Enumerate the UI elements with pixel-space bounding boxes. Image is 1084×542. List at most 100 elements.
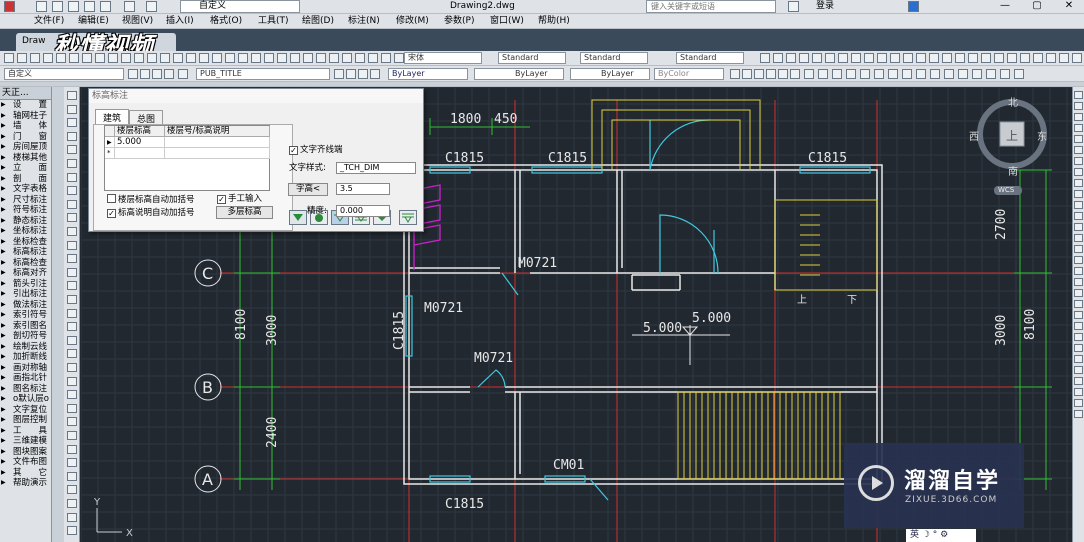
save-icon[interactable] (68, 1, 79, 12)
modify-tool-icon[interactable] (1074, 355, 1083, 363)
panel-item[interactable]: ▶ 剖 面 (0, 174, 51, 185)
layer-tool-icon[interactable] (178, 69, 188, 79)
menu-insert[interactable]: 插入(I) (166, 15, 194, 27)
draw-tool-icon[interactable] (67, 390, 77, 400)
draw-tool-icon[interactable] (67, 349, 77, 359)
modify-tool-icon[interactable] (1074, 124, 1083, 132)
app-menu-icon[interactable] (4, 1, 15, 12)
panel-item[interactable]: ▶ 静态标注 (0, 216, 51, 227)
panel-item[interactable]: ▶ 加折断线 (0, 352, 51, 363)
layer-tool-icon[interactable] (986, 69, 996, 79)
toolbar-tool-icon[interactable] (17, 53, 27, 63)
toolbar-tool-icon[interactable] (877, 53, 887, 63)
toolbar-tool-icon[interactable] (134, 53, 144, 63)
panel-item[interactable]: ▶ 符号标注 (0, 205, 51, 216)
layer-tool-icon[interactable] (832, 69, 842, 79)
toolbar-tool-icon[interactable] (1020, 53, 1030, 63)
toolbar-tool-icon[interactable] (929, 53, 939, 63)
desc-bracket-checkbox[interactable]: ✓ 标高说明自动加括号 (107, 208, 195, 218)
layer-tool-icon[interactable] (334, 69, 344, 79)
panel-item[interactable]: ▶ 帮助演示 (0, 478, 51, 489)
panel-item[interactable]: ▶ 设 置 (0, 100, 51, 111)
menu-window[interactable]: 窗口(W) (490, 15, 524, 27)
menu-modify[interactable]: 修改(M) (396, 15, 429, 27)
panel-item[interactable]: ▶ 工 具 (0, 426, 51, 437)
layer-tool-icon[interactable] (778, 69, 788, 79)
modify-tool-icon[interactable] (1074, 113, 1083, 121)
toolbar-tool-icon[interactable] (799, 53, 809, 63)
toolbar-tool-icon[interactable] (851, 53, 861, 63)
modify-tool-icon[interactable] (1074, 157, 1083, 165)
toolbar-tool-icon[interactable] (760, 53, 770, 63)
draw-tool-icon[interactable] (67, 512, 77, 522)
draw-tool-icon[interactable] (67, 104, 77, 114)
toolbar-tool-icon[interactable] (225, 53, 235, 63)
modify-tool-icon[interactable] (1074, 366, 1083, 374)
toolbar-tool-icon[interactable] (69, 53, 79, 63)
panel-item[interactable]: ▶ 做法标注 (0, 300, 51, 311)
toolbar-tool-icon[interactable] (1033, 53, 1043, 63)
tab-architecture[interactable]: 建筑 (95, 109, 130, 125)
layer-tool-icon[interactable] (370, 69, 380, 79)
layer-tool-icon[interactable] (1014, 69, 1024, 79)
panel-item[interactable]: ▶ 标高标注 (0, 247, 51, 258)
toolbar-tool-icon[interactable] (942, 53, 952, 63)
toolbar-tool-icon[interactable] (981, 53, 991, 63)
draw-tool-icon[interactable] (67, 267, 77, 277)
toolbar-tool-icon[interactable] (316, 53, 326, 63)
toolbar-tool-icon[interactable] (1046, 53, 1056, 63)
text-height-button[interactable]: 字高< (288, 183, 328, 196)
layer-tool-icon[interactable] (902, 69, 912, 79)
layer-tool-icon[interactable] (1000, 69, 1010, 79)
layer-tool-icon[interactable] (930, 69, 940, 79)
layer-tool-icon[interactable] (860, 69, 870, 79)
new-desc-cell[interactable] (165, 148, 270, 159)
toolbar-tool-icon[interactable] (786, 53, 796, 63)
multi-level-button[interactable]: 多层标高 (216, 206, 273, 219)
close-button[interactable]: ✕ (1060, 0, 1078, 12)
panel-item[interactable]: ▶ 标高检查 (0, 258, 51, 269)
modify-tool-icon[interactable] (1074, 256, 1083, 264)
modify-tool-icon[interactable] (1074, 267, 1083, 275)
modify-tool-icon[interactable] (1074, 311, 1083, 319)
exchange-icon[interactable] (908, 1, 919, 12)
modify-tool-icon[interactable] (1074, 289, 1083, 297)
draw-tool-icon[interactable] (67, 131, 77, 141)
draw-tool-icon[interactable] (67, 458, 77, 468)
new-level-cell[interactable] (115, 148, 165, 159)
panel-item[interactable]: ▶ 箭头引注 (0, 279, 51, 290)
panel-item[interactable]: ▶ 文字复位 (0, 405, 51, 416)
layer-tool-icon[interactable] (742, 69, 752, 79)
text-style-combo[interactable]: Standard (498, 52, 566, 64)
draw-tool-icon[interactable] (67, 91, 77, 100)
toolbar-tool-icon[interactable] (147, 53, 157, 63)
new-icon[interactable] (36, 1, 47, 12)
modify-tool-icon[interactable] (1074, 234, 1083, 242)
toolbar-tool-icon[interactable] (394, 53, 404, 63)
draw-tool-icon[interactable] (67, 172, 77, 182)
layer-tool-icon[interactable] (140, 69, 150, 79)
linetype-combo[interactable]: ByLayer (474, 68, 564, 80)
toolbar-tool-icon[interactable] (1059, 53, 1069, 63)
draw-tool-icon[interactable] (67, 254, 77, 264)
toolbar-tool-icon[interactable] (186, 53, 196, 63)
panel-item[interactable]: ▶ 索引图名 (0, 321, 51, 332)
ime-toolbar[interactable]: 英 ☽ ° ⚙ (906, 529, 976, 542)
draw-tool-icon[interactable] (67, 295, 77, 304)
panel-item[interactable]: ▶ 其 它 (0, 468, 51, 479)
panel-item[interactable]: ▶ 房间屋顶 (0, 142, 51, 153)
draw-tool-icon[interactable] (67, 145, 77, 155)
workspace-combo-2[interactable]: 自定义 (4, 68, 124, 80)
draw-tool-icon[interactable] (67, 471, 77, 481)
layer-tool-icon[interactable] (944, 69, 954, 79)
draw-tool-icon[interactable] (67, 213, 77, 223)
search-input[interactable]: 键入关键字或短语 (646, 0, 776, 13)
draw-tool-icon[interactable] (67, 403, 77, 413)
panel-item[interactable]: ▶ 墙 体 (0, 121, 51, 132)
modify-tool-icon[interactable] (1074, 190, 1083, 198)
panel-item[interactable]: ▶ 坐标检查 (0, 237, 51, 248)
draw-tool-icon[interactable] (67, 526, 77, 536)
layer-tool-icon[interactable] (754, 69, 764, 79)
toolbar-tool-icon[interactable] (916, 53, 926, 63)
layer-combo[interactable]: PUB_TITLE (196, 68, 330, 80)
